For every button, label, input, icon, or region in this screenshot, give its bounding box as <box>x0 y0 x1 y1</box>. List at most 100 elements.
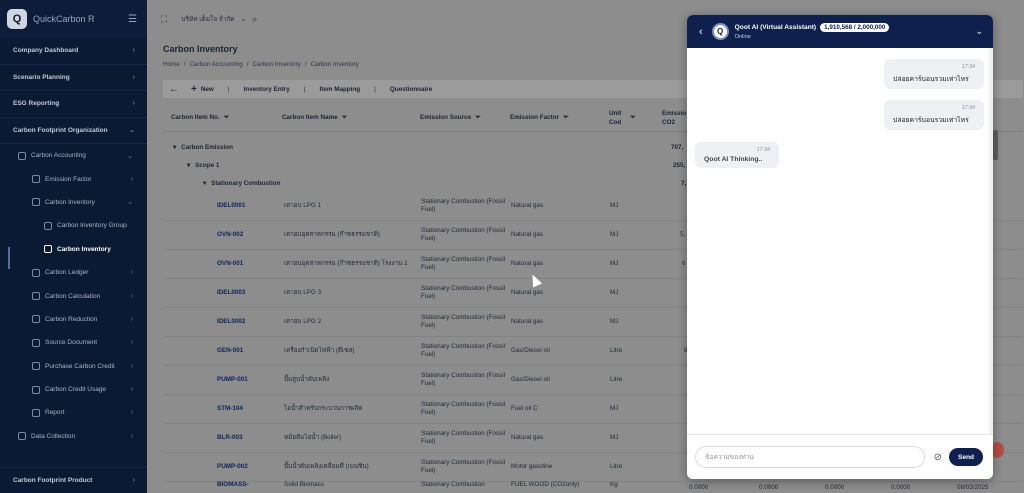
column-label: Cod <box>609 118 622 126</box>
sidebar-item-report[interactable]: Report › <box>0 401 147 424</box>
column-carbon-item-no[interactable]: Carbon Item No. ⏷ <box>171 114 229 122</box>
chat-message-input[interactable] <box>695 446 925 468</box>
toolbar-divider: | <box>374 85 376 93</box>
column-unit-filter[interactable]: ⏷ <box>630 114 636 122</box>
chevron-right-icon: › <box>132 73 135 81</box>
column-unit-cod[interactable]: Unit Cod <box>609 110 621 126</box>
column-carbon-item-name[interactable]: Carbon Item Name ⏷ <box>282 114 347 122</box>
sidebar-item-source-document[interactable]: Source Document › <box>0 331 147 354</box>
layers-icon <box>32 385 40 394</box>
filter-icon[interactable]: ⏷ <box>342 114 348 122</box>
chevron-down-icon[interactable]: ⌄ <box>240 15 246 23</box>
cell-code[interactable]: PUMP-001 <box>217 366 248 394</box>
cell-code[interactable]: BLR-003 <box>217 424 243 452</box>
cell-code[interactable]: GEN-001 <box>217 337 243 365</box>
sidebar-item-label: Report <box>45 409 65 417</box>
sidebar-item-carbon-inventory-active[interactable]: Carbon Inventory <box>0 238 147 261</box>
filter-icon[interactable]: ⏷ <box>563 114 569 122</box>
message-text: ปล่อยคาร์บอนรวมเท่าไหร่ <box>893 76 969 83</box>
group-carbon-emission[interactable]: ▾ Carbon Emission <box>163 138 233 156</box>
cell-name: Solid Biomass <box>284 480 324 488</box>
sidebar-item-carbon-inventory-group[interactable]: Carbon Inventory Group <box>0 214 147 237</box>
sidebar-item-scenario-planning[interactable]: Scenario Planning › <box>0 65 147 91</box>
tab-questionnaire[interactable]: Questionnaire <box>390 86 432 93</box>
chat-title: Qoot AI (Virtual Assistant) <box>734 24 817 31</box>
cell-code[interactable]: IDEL0002 <box>217 308 245 336</box>
app-name: QuickCarbon R <box>33 14 95 24</box>
sidebar-item-emission-factor[interactable]: Emission Factor › <box>0 167 147 190</box>
chevron-right-icon: › <box>130 269 133 277</box>
plus-icon[interactable]: + <box>191 84 197 95</box>
group-scope-1[interactable]: ▾ Scope 1 <box>163 156 219 174</box>
group-label: Carbon Emission <box>181 143 233 151</box>
group-stationary-combustion[interactable]: ▾ Stationary Combustion <box>163 174 280 192</box>
group-label: Scope 1 <box>195 161 220 169</box>
cell-unit: MJ <box>610 433 619 441</box>
cell-code[interactable]: STM-104 <box>217 395 243 423</box>
layers-icon <box>32 292 40 301</box>
filter-icon[interactable]: ⏷ <box>475 114 481 122</box>
breadcrumb-carbon-accounting[interactable]: Carbon Accounting <box>190 61 243 68</box>
database-icon <box>18 432 26 441</box>
sidebar-item-purchase-carbon-credit[interactable]: Purchase Carbon Credit › <box>0 355 147 378</box>
chat-scrollbar[interactable] <box>989 48 993 434</box>
sidebar-item-carbon-calculation[interactable]: Carbon Calculation › <box>0 284 147 307</box>
back-arrow-icon[interactable]: ← <box>169 84 179 95</box>
sidebar-item-esg-reporting[interactable]: ESG Reporting › <box>0 91 147 118</box>
column-emission-factor[interactable]: Emission Factor ⏷ <box>510 114 569 122</box>
filter-icon[interactable]: ⏷ <box>224 114 230 122</box>
cell-factor: Gas/Diesel oil <box>511 375 550 383</box>
layers-icon <box>32 175 40 184</box>
paperclip-icon[interactable]: ⊘ <box>934 452 942 463</box>
hamburger-menu-icon[interactable]: ☰ <box>128 14 137 25</box>
column-emission-co2[interactable]: Emissio CO2 <box>662 110 686 126</box>
sidebar-item-carbon-credit-usage[interactable]: Carbon Credit Usage › <box>0 378 147 401</box>
page-scrollbar[interactable] <box>993 130 998 160</box>
sidebar-item-carbon-accounting[interactable]: Carbon Accounting ⌄ <box>0 144 147 167</box>
sidebar-item-carbon-reduction[interactable]: Carbon Reduction › <box>0 308 147 331</box>
cell-code[interactable]: BIOMASS- <box>217 478 249 492</box>
sidebar-item-label: ESG Reporting <box>13 100 60 108</box>
cell-code[interactable]: OVN-002 <box>217 221 243 249</box>
column-label: Emission Source <box>420 114 472 121</box>
sidebar-item-data-collection[interactable]: Data Collection › <box>0 425 147 448</box>
cell-source: Stationary Combustion (Fossil Fuel) <box>421 197 505 214</box>
sidebar-item-carbon-ledger[interactable]: Carbon Ledger › <box>0 261 147 284</box>
chevron-down-icon[interactable]: ⌄ <box>975 26 983 37</box>
cell-code[interactable]: OVN-001 <box>217 250 243 278</box>
company-selector[interactable]: บริษัท เต็มใจ จำกัด <box>181 14 234 24</box>
filter-icon[interactable]: ⏷ <box>630 114 636 122</box>
sidebar-item-carbon-footprint-organization[interactable]: Carbon Footprint Organization ⌄ <box>0 118 147 144</box>
column-emission-source[interactable]: Emission Source ⏷ <box>420 114 481 122</box>
cell-code[interactable]: PUMP-002 <box>217 453 248 481</box>
chat-info: Qoot AI (Virtual Assistant) 1,910,568 / … <box>735 23 976 40</box>
layers-icon <box>32 268 40 277</box>
new-button[interactable]: New <box>201 86 214 93</box>
chevron-left-icon[interactable]: ‹ <box>699 26 703 38</box>
sidebar-item-carbon-inventory[interactable]: Carbon Inventory ⌄ <box>0 191 147 214</box>
fullscreen-icon[interactable]: ⛶ <box>161 14 167 25</box>
chat-messages: 17:34 ปล่อยคาร์บอนรวมเท่าไหร่ 17:34 ปล่อ… <box>687 48 993 434</box>
cell-code[interactable]: IDEL0003 <box>217 279 245 307</box>
tab-inventory-entry[interactable]: Inventory Entry <box>244 86 290 93</box>
search-icon[interactable]: ⌕ <box>252 14 257 25</box>
layers-icon <box>44 221 52 230</box>
sidebar: Q QuickCarbon R ☰ Company Dashboard › Sc… <box>0 0 147 493</box>
breadcrumb-carbon-inventory[interactable]: Carbon Inventory <box>253 61 301 68</box>
sidebar-item-label: Company Dashboard <box>13 47 79 55</box>
cell-factor: Natural gas <box>511 433 544 441</box>
chevron-right-icon: › <box>130 315 133 323</box>
sidebar-item-label: Emission Factor <box>45 175 92 183</box>
send-button[interactable]: Send <box>949 448 983 466</box>
breadcrumb-home[interactable]: Home <box>163 61 180 68</box>
grid-icon <box>44 245 52 254</box>
sidebar-item-carbon-footprint-product[interactable]: Carbon Footprint Product › <box>0 467 147 493</box>
column-label: Emissio <box>662 109 687 117</box>
accounting-icon <box>18 151 26 160</box>
column-label: Carbon Item Name <box>282 114 338 121</box>
cell-value: 0.0000 <box>891 484 911 491</box>
sidebar-item-label: Scenario Planning <box>13 73 70 81</box>
sidebar-item-company-dashboard[interactable]: Company Dashboard › <box>0 38 147 65</box>
tab-item-mapping[interactable]: Item Mapping <box>320 86 361 93</box>
cell-code[interactable]: IDEL0001 <box>217 192 245 220</box>
